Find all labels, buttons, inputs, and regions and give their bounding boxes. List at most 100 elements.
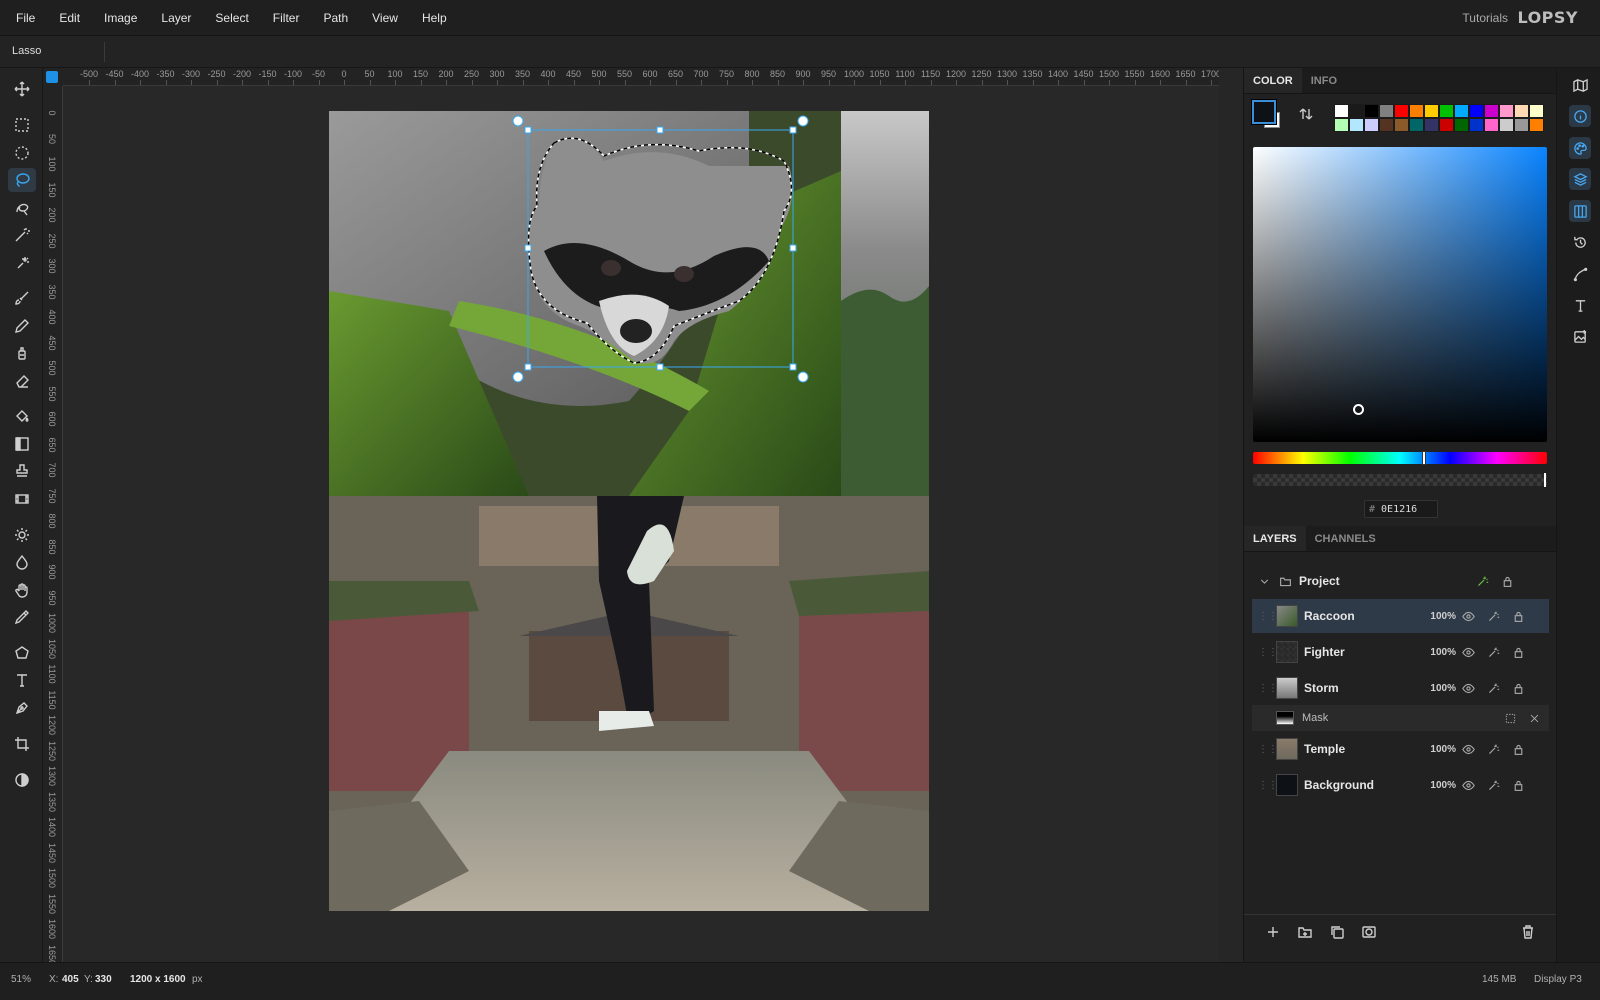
- add-mask-button[interactable]: [1361, 924, 1377, 940]
- pencil-tool[interactable]: [8, 314, 36, 338]
- filmstrip-tool[interactable]: [8, 487, 36, 511]
- hue-slider[interactable]: [1253, 451, 1547, 465]
- handle-mid-right[interactable]: [789, 244, 797, 252]
- hex-input[interactable]: #0E1216: [1364, 500, 1438, 518]
- color-swatch[interactable]: [1469, 104, 1484, 118]
- tab-layers[interactable]: LAYERS: [1244, 526, 1306, 551]
- color-swatch[interactable]: [1514, 104, 1529, 118]
- contrast-tool[interactable]: [8, 768, 36, 792]
- object-select-tool[interactable]: [8, 196, 36, 220]
- color-swatch[interactable]: [1379, 104, 1394, 118]
- alpha-slider[interactable]: [1253, 473, 1547, 487]
- layer-group-project[interactable]: Project: [1252, 564, 1549, 598]
- drag-handle-icon[interactable]: ⋮⋮: [1258, 744, 1278, 755]
- color-swatch[interactable]: [1454, 104, 1469, 118]
- menu-filter[interactable]: Filter: [261, 0, 312, 36]
- eyedropper-tool[interactable]: [8, 605, 36, 629]
- brush-tool[interactable]: [8, 286, 36, 310]
- drag-handle-icon[interactable]: ⋮⋮: [1258, 611, 1278, 622]
- color-swatch[interactable]: [1484, 104, 1499, 118]
- channels-panel-button[interactable]: [1569, 200, 1591, 222]
- add-layer-button[interactable]: [1265, 924, 1281, 940]
- menu-edit[interactable]: Edit: [47, 0, 92, 36]
- effects-icon[interactable]: [1481, 779, 1506, 792]
- info-panel-button[interactable]: [1569, 105, 1591, 127]
- effects-icon[interactable]: [1481, 646, 1506, 659]
- mask-row[interactable]: Mask: [1252, 705, 1549, 731]
- tab-info[interactable]: INFO: [1302, 68, 1346, 93]
- blur-tool[interactable]: [8, 550, 36, 574]
- effects-icon[interactable]: [1470, 575, 1495, 588]
- ellipse-select-tool[interactable]: [8, 141, 36, 165]
- color-swatch[interactable]: [1334, 118, 1349, 132]
- mask-select-icon[interactable]: [1498, 713, 1522, 724]
- layer-opacity[interactable]: 100%: [1420, 744, 1456, 755]
- paths-panel-button[interactable]: [1569, 263, 1591, 285]
- lock-icon[interactable]: [1506, 646, 1531, 659]
- clone-tool[interactable]: [8, 341, 36, 365]
- color-swatch[interactable]: [1424, 104, 1439, 118]
- layer-row-raccoon[interactable]: ⋮⋮ Raccoon 100%: [1252, 599, 1549, 633]
- close-icon[interactable]: [1522, 713, 1546, 724]
- fill-bucket-tool[interactable]: [8, 404, 36, 428]
- hand-tool[interactable]: [8, 578, 36, 602]
- menu-view[interactable]: View: [360, 0, 410, 36]
- color-picker-cursor[interactable]: [1353, 404, 1364, 415]
- eye-icon[interactable]: [1456, 646, 1481, 659]
- foreground-color-chip[interactable]: [1251, 99, 1277, 125]
- lock-icon[interactable]: [1506, 610, 1531, 623]
- dodge-tool[interactable]: [8, 523, 36, 547]
- rotate-handle-top-left[interactable]: [512, 115, 524, 127]
- color-swatch[interactable]: [1364, 104, 1379, 118]
- alpha-slider-thumb[interactable]: [1544, 473, 1546, 487]
- eye-icon[interactable]: [1456, 743, 1481, 756]
- layer-row-fighter[interactable]: ⋮⋮ Fighter 100%: [1252, 635, 1549, 669]
- tab-color[interactable]: COLOR: [1244, 68, 1302, 93]
- swap-colors-button[interactable]: [1298, 106, 1318, 126]
- zoom-level[interactable]: 51%: [11, 974, 31, 985]
- effects-icon[interactable]: [1481, 682, 1506, 695]
- text-tool[interactable]: [8, 668, 36, 692]
- drag-handle-icon[interactable]: ⋮⋮: [1258, 780, 1278, 791]
- color-swatch[interactable]: [1529, 104, 1544, 118]
- menu-select[interactable]: Select: [203, 0, 260, 36]
- layer-row-temple[interactable]: ⋮⋮ Temple 100%: [1252, 732, 1549, 766]
- color-swatch[interactable]: [1499, 118, 1514, 132]
- rect-select-tool[interactable]: [8, 113, 36, 137]
- color-swatch[interactable]: [1349, 104, 1364, 118]
- handle-bottom-mid[interactable]: [656, 363, 664, 371]
- eye-icon[interactable]: [1456, 610, 1481, 623]
- eye-icon[interactable]: [1456, 779, 1481, 792]
- menu-help[interactable]: Help: [410, 0, 459, 36]
- menu-image[interactable]: Image: [92, 0, 149, 36]
- color-swatch[interactable]: [1334, 104, 1349, 118]
- rotate-handle-bottom-right[interactable]: [797, 371, 809, 383]
- handle-bottom-left[interactable]: [524, 363, 532, 371]
- color-swatch[interactable]: [1484, 118, 1499, 132]
- tutorials-link[interactable]: Tutorials: [1462, 0, 1508, 36]
- color-swatch[interactable]: [1424, 118, 1439, 132]
- color-swatch[interactable]: [1349, 118, 1364, 132]
- color-swatch[interactable]: [1394, 118, 1409, 132]
- ruler-corner[interactable]: [43, 68, 63, 86]
- add-group-button[interactable]: [1297, 924, 1313, 940]
- color-swatch[interactable]: [1409, 118, 1424, 132]
- effects-icon[interactable]: [1481, 610, 1506, 623]
- color-swatch[interactable]: [1439, 104, 1454, 118]
- character-panel-button[interactable]: [1569, 294, 1591, 316]
- rotate-handle-top-right[interactable]: [797, 115, 809, 127]
- quick-select-tool[interactable]: [8, 250, 36, 274]
- handle-top-mid[interactable]: [656, 126, 664, 134]
- handle-bottom-right[interactable]: [789, 363, 797, 371]
- lock-icon[interactable]: [1495, 575, 1520, 588]
- move-tool[interactable]: [8, 77, 36, 101]
- handle-top-left[interactable]: [524, 126, 532, 134]
- color-swatch[interactable]: [1409, 104, 1424, 118]
- color-swatch[interactable]: [1439, 118, 1454, 132]
- tab-channels[interactable]: CHANNELS: [1306, 526, 1385, 551]
- crop-tool[interactable]: [8, 732, 36, 756]
- color-swatch[interactable]: [1454, 118, 1469, 132]
- chevron-down-icon[interactable]: [1252, 575, 1277, 588]
- eraser-tool[interactable]: [8, 369, 36, 393]
- delete-layer-button[interactable]: [1520, 924, 1536, 940]
